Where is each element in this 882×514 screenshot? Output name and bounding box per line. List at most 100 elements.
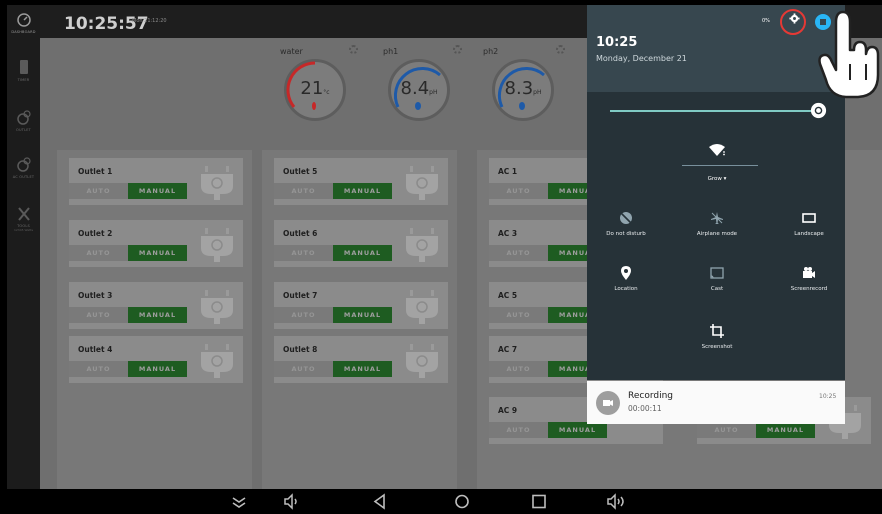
outlet-card: Outlet 8 AUTO MANUAL xyxy=(274,336,448,383)
tile-location[interactable]: Location xyxy=(591,265,661,292)
shade-time: 10:25 xyxy=(596,35,638,50)
cast-icon xyxy=(710,267,724,279)
sidebar-item-tools[interactable]: TOOLS 12345 Watts xyxy=(7,205,40,232)
sidebar-item-label: DASHBOARD xyxy=(11,30,36,34)
manual-button[interactable]: MANUAL xyxy=(333,307,392,323)
auto-button[interactable]: AUTO xyxy=(69,183,128,199)
outlet-name: AC 7 xyxy=(498,345,518,354)
power-plug-icon[interactable] xyxy=(193,226,241,263)
sensor-gauge-ph2[interactable]: 8.3pH xyxy=(492,59,554,121)
sidebar-item-timer[interactable]: TIMER xyxy=(7,59,40,82)
manual-button[interactable]: MANUAL xyxy=(333,361,392,377)
tools-icon xyxy=(17,207,30,221)
outlet-name: Outlet 8 xyxy=(283,345,318,354)
sensor-gauge-water[interactable]: 21°c xyxy=(284,59,346,121)
sensor-name-ph1: ph1 xyxy=(383,47,399,56)
manual-button[interactable]: MANUAL xyxy=(548,422,607,438)
power-plug-icon[interactable] xyxy=(398,164,446,201)
auto-button[interactable]: AUTO xyxy=(274,361,333,377)
settings-highlight-ring[interactable] xyxy=(780,9,806,35)
sensor-gauge-ph1[interactable]: 8.4pH xyxy=(388,59,450,121)
sensor-value-ph1: 8.4pH xyxy=(400,78,438,99)
drop-icon xyxy=(519,102,525,110)
app-sidebar: DASHBOARD TIMER OUTLET AC OUTLET TOOLS 1… xyxy=(7,5,40,489)
auto-button[interactable]: AUTO xyxy=(489,245,548,261)
device-screen: DASHBOARD TIMER OUTLET AC OUTLET TOOLS 1… xyxy=(0,0,882,514)
outlet-card: Outlet 1 AUTO MANUAL xyxy=(69,158,243,205)
auto-button[interactable]: AUTO xyxy=(69,245,128,261)
system-nav-bar xyxy=(0,489,882,514)
notification-title: Recording xyxy=(628,391,674,401)
gear-icon[interactable] xyxy=(349,45,358,54)
back-icon[interactable] xyxy=(371,493,389,510)
tile-screenshot[interactable]: Screenshot xyxy=(682,323,752,350)
airplane-mode-icon xyxy=(711,212,723,224)
drop-icon xyxy=(415,102,421,110)
divider xyxy=(682,165,758,166)
volume-up-icon[interactable] xyxy=(606,493,628,510)
collapse-icon[interactable] xyxy=(230,493,248,510)
outlet-card: Outlet 6 AUTO MANUAL xyxy=(274,220,448,267)
recording-notification[interactable]: Recording 00:00:11 10:25 xyxy=(587,381,845,424)
tile-airplane-mode[interactable]: Airplane mode xyxy=(682,210,752,237)
gear-icon[interactable] xyxy=(556,45,565,54)
recents-icon[interactable] xyxy=(530,493,548,510)
manual-button[interactable]: MANUAL xyxy=(333,183,392,199)
wifi-network-label[interactable]: Grow ▾ xyxy=(682,176,752,182)
auto-button[interactable]: AUTO xyxy=(69,361,128,377)
manual-button[interactable]: MANUAL xyxy=(128,245,187,261)
sidebar-item-ac-outlet[interactable]: AC OUTLET xyxy=(7,156,40,179)
outlet-name: Outlet 2 xyxy=(78,229,113,238)
dashboard-icon xyxy=(16,13,31,27)
manual-button[interactable]: MANUAL xyxy=(756,422,815,438)
tile-cast[interactable]: Cast xyxy=(682,265,752,292)
auto-button[interactable]: AUTO xyxy=(274,307,333,323)
brightness-slider[interactable] xyxy=(610,110,811,112)
outlet-column-2: Outlet 5 AUTO MANUAL Outlet 6 AUTO MANUA… xyxy=(262,150,457,489)
sidebar-item-outlet[interactable]: OUTLET xyxy=(7,109,40,132)
auto-button[interactable]: AUTO xyxy=(697,422,756,438)
outlet-name: Outlet 3 xyxy=(78,291,113,300)
tile-do-not-disturb[interactable]: Do not disturb xyxy=(591,210,661,237)
tile-screenrecord[interactable]: Screenrecord xyxy=(774,265,844,292)
outlet-name: AC 5 xyxy=(498,291,518,300)
notification-elapsed: 00:00:11 xyxy=(628,404,662,413)
auto-button[interactable]: AUTO xyxy=(489,307,548,323)
outlet-name: Outlet 7 xyxy=(283,291,318,300)
home-icon[interactable] xyxy=(453,493,471,510)
sensor-name-ph2: ph2 xyxy=(483,47,499,56)
outlet-name: Outlet 5 xyxy=(283,167,318,176)
power-plug-icon[interactable] xyxy=(398,342,446,379)
shade-date: Monday, December 21 xyxy=(596,54,687,63)
auto-button[interactable]: AUTO xyxy=(489,422,548,438)
outlet-card: Outlet 2 AUTO MANUAL xyxy=(69,220,243,267)
manual-button[interactable]: MANUAL xyxy=(128,361,187,377)
tile-landscape[interactable]: Landscape xyxy=(774,210,844,237)
volume-down-icon[interactable] xyxy=(283,493,301,510)
wifi-tile[interactable] xyxy=(682,142,752,161)
gear-icon[interactable] xyxy=(453,45,462,54)
power-plug-icon[interactable] xyxy=(193,288,241,325)
do-not-disturb-icon xyxy=(620,212,632,224)
manual-button[interactable]: MANUAL xyxy=(128,183,187,199)
sidebar-item-dashboard[interactable]: DASHBOARD xyxy=(7,11,40,34)
sensor-value-water: 21°c xyxy=(300,78,330,99)
auto-button[interactable]: AUTO xyxy=(69,307,128,323)
screenrecord-icon xyxy=(803,267,815,278)
manual-button[interactable]: MANUAL xyxy=(333,245,392,261)
brightness-icon[interactable] xyxy=(809,101,828,120)
auto-button[interactable]: AUTO xyxy=(274,183,333,199)
sensor-name-water: water xyxy=(280,47,303,56)
power-plug-icon[interactable] xyxy=(193,342,241,379)
outlet-name: Outlet 6 xyxy=(283,229,318,238)
outlet-column-1: Outlet 1 AUTO MANUAL Outlet 2 AUTO MANUA… xyxy=(57,150,252,489)
location-icon xyxy=(621,266,631,280)
thermometer-icon xyxy=(312,102,316,110)
manual-button[interactable]: MANUAL xyxy=(128,307,187,323)
auto-button[interactable]: AUTO xyxy=(489,361,548,377)
power-plug-icon[interactable] xyxy=(398,226,446,263)
auto-button[interactable]: AUTO xyxy=(489,183,548,199)
power-plug-icon[interactable] xyxy=(398,288,446,325)
auto-button[interactable]: AUTO xyxy=(274,245,333,261)
power-plug-icon[interactable] xyxy=(193,164,241,201)
